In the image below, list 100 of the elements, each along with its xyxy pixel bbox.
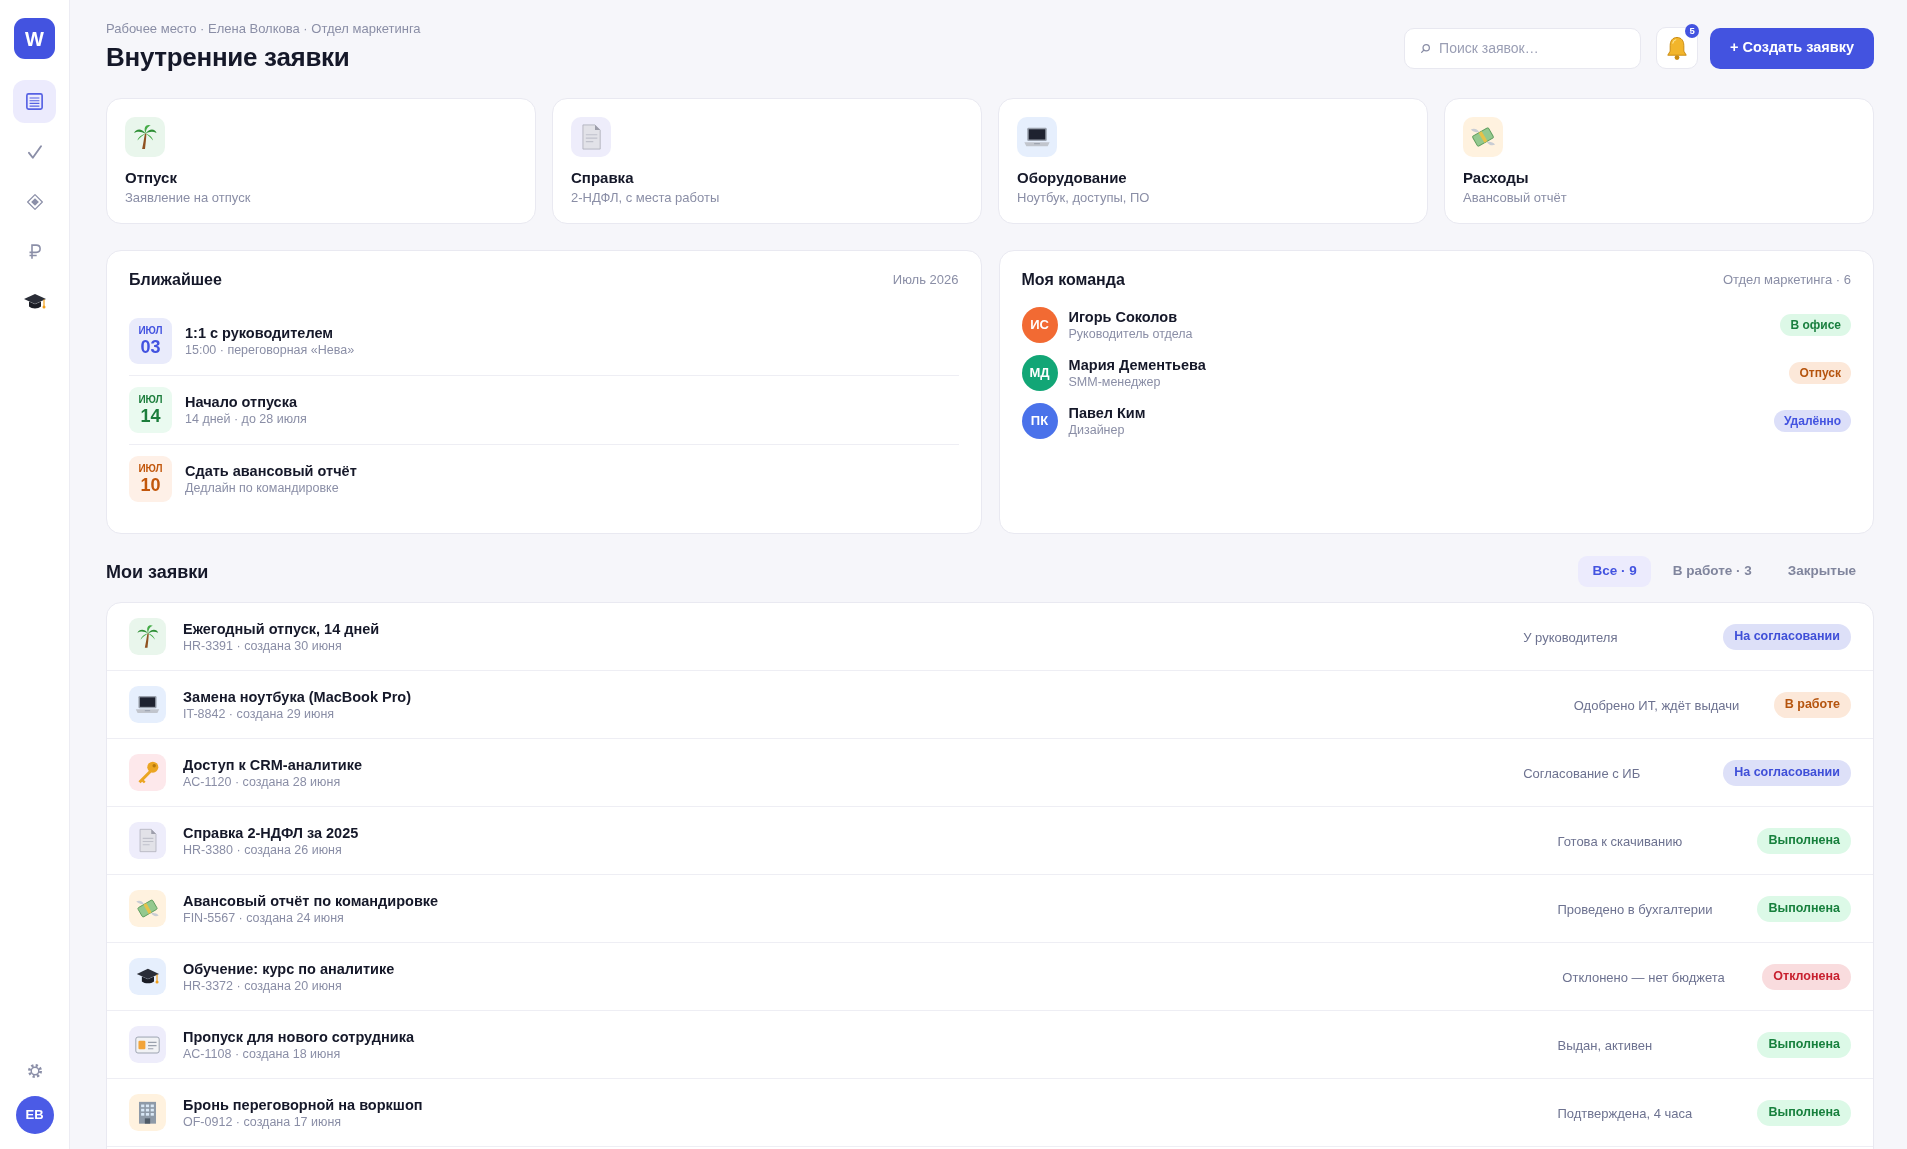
day-number: 14	[140, 406, 161, 426]
request-title: Доступ к CRM-аналитике	[183, 755, 363, 774]
request-type-card[interactable]: Оборудование Ноутбук, доступы, ПО	[998, 98, 1428, 224]
request-type-title: Отпуск	[125, 168, 177, 188]
id-card-icon	[129, 1026, 166, 1063]
request-note: Проведено в бухгалтерии	[1557, 901, 1713, 917]
request-title: Ежегодный отпуск, 14 дней	[183, 619, 380, 638]
status-tag: Отклонена	[1762, 963, 1851, 990]
event-title: Начало отпуска	[185, 392, 297, 411]
panel-caption: Июль 2026	[892, 271, 959, 289]
request-meta: AC-1108 · создана 18 июня	[183, 1045, 341, 1062]
event-details: 14 дней · до 28 июля	[185, 410, 307, 428]
request-note: Согласование с ИБ	[1523, 765, 1641, 781]
diamond-icon	[26, 193, 43, 210]
request-title: Авансовый отчёт по командировке	[183, 891, 439, 910]
member-name: Павел Ким	[1068, 404, 1146, 422]
status-tag: Выполнена	[1757, 1099, 1851, 1126]
member-name: Мария Дементьева	[1068, 356, 1206, 374]
list-icon	[26, 93, 43, 110]
request-meta: HR-3380 · создана 26 июня	[183, 841, 342, 858]
laptop-icon	[129, 686, 166, 723]
panel-title: Ближайшее	[129, 271, 222, 289]
document-icon	[571, 117, 611, 157]
month-label: ИЮЛ	[138, 325, 163, 337]
panel-title: Моя команда	[1021, 271, 1125, 289]
request-note: Подтверждена, 4 часа	[1557, 1105, 1693, 1121]
request-title: Пропуск для нового сотрудника	[183, 1027, 414, 1046]
filter-tab[interactable]: Закрытые	[1773, 556, 1870, 587]
panel-caption: Отдел маркетинга · 6	[1722, 271, 1851, 289]
request-type-card[interactable]: Отпуск Заявление на отпуск	[106, 98, 536, 224]
logo[interactable]: W	[14, 18, 55, 59]
create-request-button[interactable]: + Создать заявку	[1710, 27, 1874, 69]
graduation-cap-icon	[23, 294, 46, 309]
money-icon	[129, 890, 166, 927]
request-title: Замена ноутбука (MacBook Pro)	[183, 687, 412, 706]
request-type-title: Оборудование	[1017, 168, 1127, 188]
filter-tab[interactable]: В работе · 3	[1658, 556, 1766, 587]
event-details: 15:00 · переговорная «Нева»	[185, 341, 355, 359]
document-icon	[129, 822, 166, 859]
office-building-icon	[129, 1094, 166, 1131]
page-title: Внутренние заявки	[106, 41, 350, 74]
money-icon	[1463, 117, 1503, 157]
event-title: Сдать авансовый отчёт	[185, 461, 357, 480]
breadcrumb: Рабочее место · Елена Волкова · Отдел маркетинга	[106, 20, 421, 38]
search-icon	[1421, 43, 1431, 53]
request-note: Готова к скачиванию	[1557, 833, 1683, 849]
request-meta: AC-1120 · создана 28 июня	[183, 773, 341, 790]
request-title: Бронь переговорной на воркшоп	[183, 1095, 423, 1114]
graduation-cap-icon	[129, 958, 166, 995]
request-note: Одобрено ИТ, ждёт выдачи	[1573, 697, 1740, 713]
member-role: SMM-менеджер	[1068, 374, 1161, 390]
day-number: 03	[140, 337, 161, 357]
request-type-title: Справка	[571, 168, 634, 188]
member-role: Дизайнер	[1068, 422, 1125, 438]
request-type-card[interactable]: Справка 2-НДФЛ, с места работы	[552, 98, 982, 224]
section-title: Мои заявки	[106, 560, 209, 584]
request-note: Отклонено — нет бюджета	[1562, 969, 1725, 985]
status-tag: Отпуск	[1789, 362, 1851, 384]
member-avatar: МД	[1021, 355, 1058, 391]
request-type-card[interactable]: Расходы Авансовый отчёт	[1444, 98, 1874, 224]
palm-tree-icon	[125, 117, 165, 157]
member-avatar: ИС	[1021, 307, 1058, 343]
member-name: Игорь Соколов	[1068, 308, 1178, 326]
request-note: Выдан, активен	[1557, 1037, 1653, 1053]
request-type-description: Заявление на отпуск	[125, 189, 251, 207]
settings-icon[interactable]	[27, 1064, 42, 1078]
request-meta: FIN-5567 · создана 24 июня	[183, 909, 344, 926]
status-tag: На согласовании	[1723, 623, 1851, 650]
event-details: Дедлайн по командировке	[185, 479, 339, 497]
request-meta: OF-0912 · создана 17 июня	[183, 1113, 342, 1130]
laptop-icon	[1017, 117, 1057, 157]
palm-tree-icon	[129, 618, 166, 655]
status-tag: Выполнена	[1757, 895, 1851, 922]
status-tag: Выполнена	[1757, 827, 1851, 854]
notifications-button[interactable]: 5	[1656, 27, 1699, 69]
search-field[interactable]: Поиск заявок…	[1404, 27, 1642, 69]
filter-tab[interactable]: Все · 9	[1578, 556, 1651, 587]
status-tag: Удалённо	[1773, 410, 1851, 432]
status-tag: На согласовании	[1723, 759, 1851, 786]
request-meta: HR-3391 · создана 30 июня	[183, 637, 342, 654]
request-meta: IT-8842 · создана 29 июня	[183, 705, 335, 722]
member-role: Руководитель отдела	[1068, 326, 1193, 342]
request-title: Справка 2-НДФЛ за 2025	[183, 823, 359, 842]
key-icon	[129, 754, 166, 791]
request-note: У руководителя	[1523, 629, 1618, 645]
status-tag: В офисе	[1780, 314, 1851, 336]
check-icon	[27, 144, 42, 159]
bell-icon	[1667, 36, 1688, 60]
request-type-description: Ноутбук, доступы, ПО	[1017, 189, 1150, 207]
day-number: 10	[140, 475, 161, 495]
request-type-description: 2-НДФЛ, с места работы	[571, 189, 720, 207]
member-avatar: ПК	[1021, 403, 1058, 439]
status-tag: В работе	[1773, 691, 1851, 718]
request-type-description: Авансовый отчёт	[1463, 189, 1567, 207]
status-tag: Выполнена	[1757, 1031, 1851, 1058]
request-title: Обучение: курс по аналитике	[183, 959, 395, 978]
user-avatar[interactable]: ЕВ	[15, 1096, 54, 1134]
request-type-title: Расходы	[1463, 168, 1529, 188]
month-label: ИЮЛ	[138, 463, 163, 475]
notification-count: 5	[1685, 24, 1700, 38]
